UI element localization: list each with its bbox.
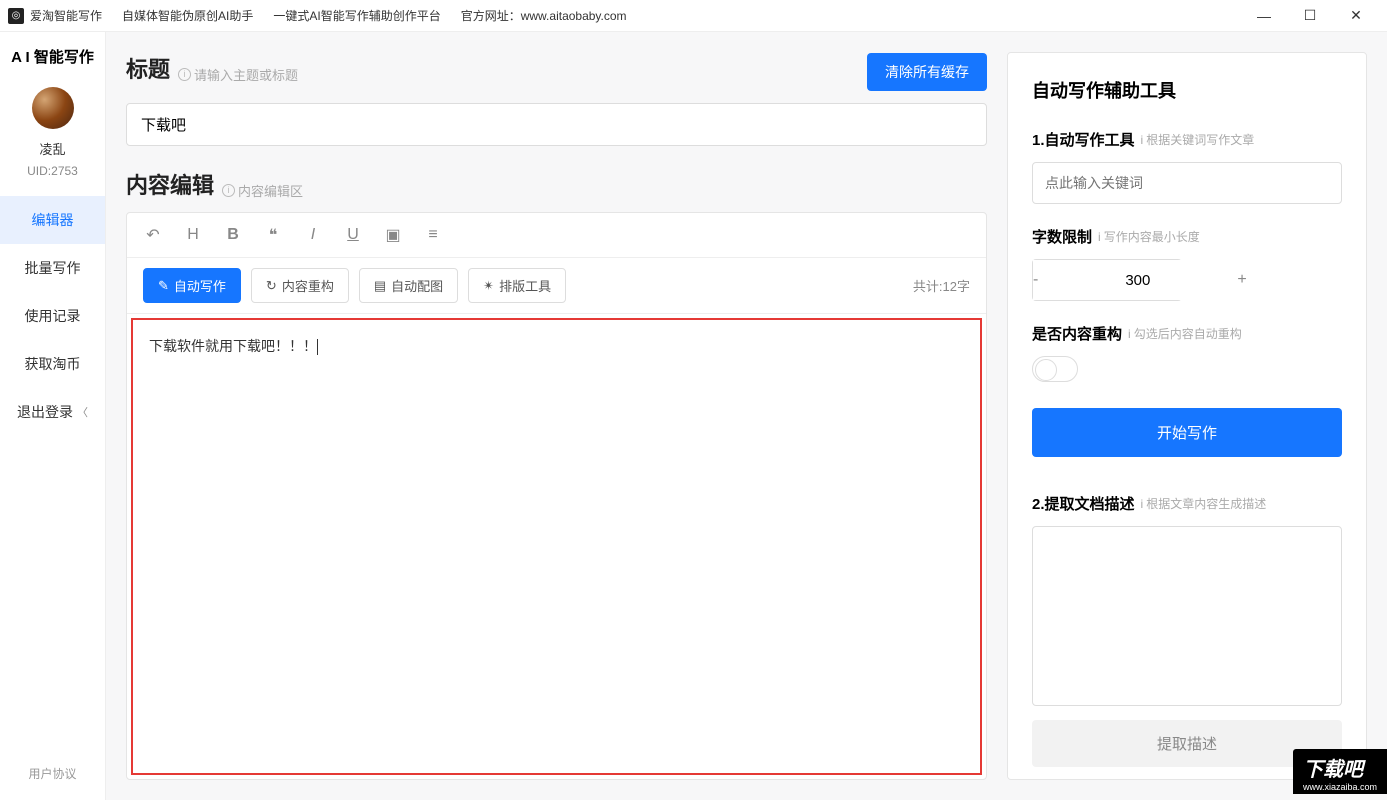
keyword-input[interactable] — [1032, 162, 1342, 204]
tools-title: 自动写作辅助工具 — [1032, 77, 1342, 103]
info-icon: i — [1141, 133, 1144, 147]
tagline-1: 自媒体智能伪原创AI助手 — [122, 7, 253, 24]
content-editor[interactable]: 下载软件就用下载吧！！！ — [131, 318, 982, 775]
info-icon: i — [222, 184, 235, 197]
auto-write-button[interactable]: ✎ 自动写作 — [143, 268, 241, 303]
image-icon[interactable]: ▣ — [383, 225, 403, 245]
watermark-url: www.xiazaiba.com — [1303, 782, 1377, 792]
watermark: 下载吧 www.xiazaiba.com — [1293, 749, 1387, 794]
chevron-left-icon: 〈 — [77, 404, 88, 420]
info-icon: i — [1098, 230, 1101, 244]
titlebar: ◎ 爱淘智能写作 自媒体智能伪原创AI助手 一键式AI智能写作辅助创作平台 官方… — [0, 0, 1387, 32]
watermark-text: 下载吧 — [1303, 759, 1363, 781]
wand-icon: ✴ — [483, 278, 494, 294]
brand-logo: A I 智能写作 — [11, 46, 94, 67]
format-toolbar: ↶ H B ❝ I U ▣ ≡ — [127, 213, 986, 258]
quote-icon[interactable]: ❝ — [263, 225, 283, 245]
restructure-button[interactable]: ↻ 内容重构 — [251, 268, 349, 303]
restructure-toggle[interactable] — [1032, 356, 1078, 382]
wordlimit-input[interactable] — [1038, 260, 1237, 300]
title-heading: 标题 — [126, 52, 170, 84]
restructure-label: 内容重构 — [282, 276, 334, 295]
bold-icon[interactable]: B — [223, 226, 243, 244]
info-icon: i — [1128, 327, 1131, 341]
content-text: 下载软件就用下载吧！！！ — [149, 338, 317, 354]
content-heading: 内容编辑 — [126, 168, 214, 200]
restructure-toggle-hint: 勾选后内容自动重构 — [1134, 325, 1242, 342]
tool1-label: 1.自动写作工具 — [1032, 129, 1135, 150]
title-input[interactable] — [126, 103, 987, 146]
layout-tool-button[interactable]: ✴ 排版工具 — [468, 268, 566, 303]
minimize-button[interactable]: — — [1241, 0, 1287, 32]
pencil-icon: ✎ — [158, 278, 169, 294]
tool2-label: 2.提取文档描述 — [1032, 493, 1135, 514]
tools-panel: 自动写作辅助工具 1.自动写作工具 i根据关键词写作文章 字数限制 i写作内容最… — [1007, 52, 1367, 780]
nav-coins[interactable]: 获取淘币 — [0, 340, 105, 388]
website-url[interactable]: www.aitaobaby.com — [521, 9, 627, 23]
auto-write-label: 自动写作 — [174, 276, 226, 295]
picture-icon: ▤ — [374, 278, 386, 294]
maximize-button[interactable]: ☐ — [1287, 0, 1333, 32]
description-textarea[interactable] — [1032, 526, 1342, 706]
nav-batch[interactable]: 批量写作 — [0, 244, 105, 292]
user-id: UID:2753 — [27, 164, 78, 178]
avatar[interactable] — [32, 87, 74, 129]
title-hint: 请输入主题或标题 — [194, 65, 298, 84]
clear-cache-button[interactable]: 清除所有缓存 — [867, 53, 987, 91]
auto-image-button[interactable]: ▤ 自动配图 — [359, 268, 458, 303]
tool2-hint: 根据文章内容生成描述 — [1146, 495, 1266, 512]
start-writing-button[interactable]: 开始写作 — [1032, 408, 1342, 457]
refresh-icon: ↻ — [266, 278, 277, 294]
user-agreement-link[interactable]: 用户协议 — [28, 747, 76, 800]
auto-image-label: 自动配图 — [391, 276, 443, 295]
italic-icon[interactable]: I — [303, 226, 323, 244]
info-icon: i — [1141, 497, 1144, 511]
nav-history[interactable]: 使用记录 — [0, 292, 105, 340]
nav-logout-label: 退出登录 — [17, 402, 73, 422]
heading-icon[interactable]: H — [183, 226, 203, 244]
nav-logout[interactable]: 退出登录 〈 — [0, 388, 105, 436]
close-button[interactable]: ✕ — [1333, 0, 1379, 32]
app-name: 爱淘智能写作 — [30, 7, 102, 24]
wordlimit-label: 字数限制 — [1032, 226, 1092, 247]
tool1-hint: 根据关键词写作文章 — [1146, 131, 1254, 148]
sidebar: A I 智能写作 凌乱 UID:2753 编辑器 批量写作 使用记录 获取淘币 … — [0, 32, 106, 800]
wordlimit-hint: 写作内容最小长度 — [1104, 228, 1200, 245]
restructure-toggle-label: 是否内容重构 — [1032, 323, 1122, 344]
word-count: 共计:12字 — [913, 276, 970, 295]
action-toolbar: ✎ 自动写作 ↻ 内容重构 ▤ 自动配图 ✴ 排版工具 共计:12字 — [127, 258, 986, 314]
app-icon: ◎ — [8, 8, 24, 24]
content-hint: 内容编辑区 — [238, 181, 303, 200]
editor-panel: 标题 i请输入主题或标题 清除所有缓存 内容编辑 i内容编辑区 ↶ H B ❝ … — [126, 52, 987, 780]
wordlimit-stepper: - + — [1032, 259, 1182, 301]
website-label: 官方网址： — [461, 7, 521, 24]
nav-editor[interactable]: 编辑器 — [0, 196, 105, 244]
stepper-plus[interactable]: + — [1237, 260, 1246, 300]
layout-tool-label: 排版工具 — [499, 276, 551, 295]
info-icon: i — [178, 68, 191, 81]
underline-icon[interactable]: U — [343, 226, 363, 244]
tagline-2: 一键式AI智能写作辅助创作平台 — [273, 7, 440, 24]
undo-icon[interactable]: ↶ — [143, 225, 163, 245]
align-icon[interactable]: ≡ — [423, 226, 443, 244]
username: 凌乱 — [39, 139, 65, 158]
